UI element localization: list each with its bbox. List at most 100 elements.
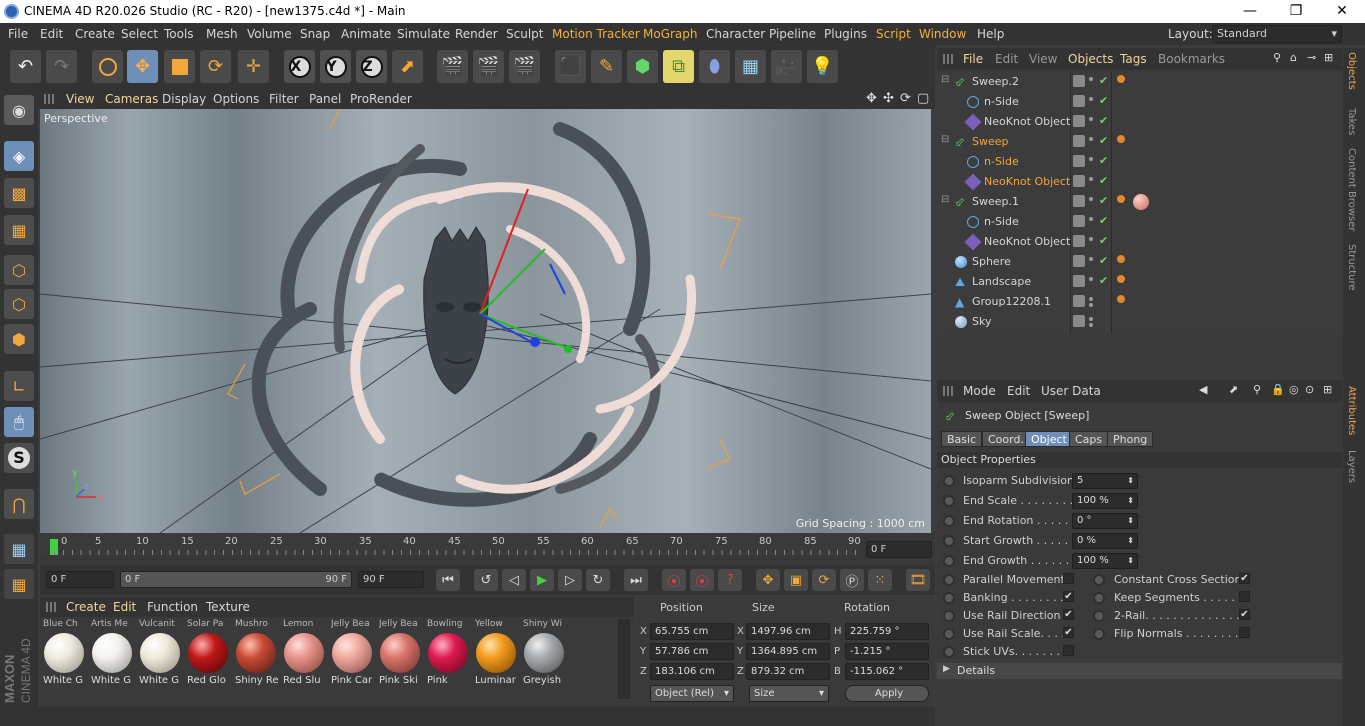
enabled-check[interactable]: ✔ bbox=[1099, 94, 1108, 107]
edges-mode-icon[interactable]: ⬡ bbox=[4, 289, 34, 319]
next-key-icon[interactable]: ↻ bbox=[586, 569, 610, 591]
menu-sculpt[interactable]: Sculpt bbox=[506, 27, 543, 41]
viewport-menu-panel[interactable]: Panel bbox=[309, 92, 341, 106]
visibility-dot[interactable] bbox=[1089, 117, 1093, 121]
record-point-level-icon[interactable]: ⁙ bbox=[868, 569, 892, 591]
isoparm-subdivision-field[interactable]: 5 ⬍ bbox=[1072, 473, 1138, 489]
enabled-check[interactable]: ✔ bbox=[1099, 214, 1108, 227]
viewport-menu-cameras[interactable]: Cameras bbox=[105, 92, 158, 106]
animation-radio-icon[interactable] bbox=[943, 495, 955, 507]
workplane-lock-icon[interactable]: ▦ bbox=[4, 534, 34, 564]
layer-swatch[interactable] bbox=[1073, 315, 1085, 327]
record-position-icon[interactable]: ✥ bbox=[756, 569, 780, 591]
z-axis-lock-icon[interactable]: Z bbox=[356, 50, 387, 83]
redo-icon[interactable]: ↷ bbox=[46, 50, 77, 83]
phong-tag-icon[interactable] bbox=[1117, 75, 1125, 83]
visibility-dot[interactable] bbox=[1089, 177, 1093, 181]
menu-pipeline[interactable]: Pipeline bbox=[769, 27, 816, 41]
menu-mograph[interactable]: MoGraph bbox=[643, 27, 698, 41]
menu-snap[interactable]: Snap bbox=[300, 27, 330, 41]
tweak-mode-icon[interactable]: 🖱 bbox=[4, 407, 34, 437]
viewport-menu-display[interactable]: Display bbox=[162, 92, 206, 106]
camera-icon[interactable]: 🎥 bbox=[771, 50, 802, 83]
enabled-check[interactable]: ✔ bbox=[1099, 154, 1108, 167]
layer-swatch[interactable] bbox=[1073, 115, 1085, 127]
material-swatch[interactable]: Jelly Bea Pink Car bbox=[331, 619, 373, 689]
rotation-p-field[interactable]: -1.215 ° bbox=[845, 643, 929, 660]
objects-menu-objects[interactable]: Objects bbox=[1068, 52, 1113, 66]
visibility-dot[interactable] bbox=[1089, 197, 1093, 201]
new-manager-icon[interactable]: ⊞ bbox=[1323, 383, 1332, 396]
objects-menu-edit[interactable]: Edit bbox=[995, 52, 1018, 66]
rotate-tool-icon[interactable]: ⟳ bbox=[200, 50, 231, 83]
menu-render[interactable]: Render bbox=[455, 27, 498, 41]
start-growth-field[interactable]: 0 % ⬍ bbox=[1072, 533, 1138, 549]
material-menu-edit[interactable]: Edit bbox=[113, 600, 136, 614]
animation-radio-icon[interactable] bbox=[1093, 628, 1105, 640]
3d-viewport[interactable]: y x z Perspective Grid Spacing : 1000 cm bbox=[40, 109, 931, 533]
go-to-start-icon[interactable]: ⏮ bbox=[436, 569, 460, 591]
model-mode-icon[interactable]: ◈ bbox=[4, 141, 34, 171]
animation-radio-icon[interactable] bbox=[943, 475, 955, 487]
collapse-icon[interactable]: ⊟ bbox=[941, 74, 949, 85]
animation-radio-icon[interactable] bbox=[943, 555, 955, 567]
max-frame-field[interactable]: 90 F bbox=[358, 571, 424, 588]
collapse-icon[interactable]: ⊟ bbox=[941, 194, 949, 205]
rotation-h-field[interactable]: 225.759 ° bbox=[845, 623, 929, 640]
menu-create[interactable]: Create bbox=[75, 27, 115, 41]
object-row[interactable]: NeoKnot Object ✔ bbox=[937, 232, 1342, 252]
objects-menu-file[interactable]: File bbox=[963, 52, 983, 66]
material-swatch[interactable]: Mushro Shiny Re bbox=[235, 619, 279, 689]
visibility-dot[interactable] bbox=[1089, 77, 1093, 81]
enabled-check[interactable]: ✔ bbox=[1099, 134, 1108, 147]
floor-icon[interactable]: ▦ bbox=[735, 50, 766, 83]
snap-magnet-icon[interactable]: ⋂ bbox=[4, 489, 34, 519]
layer-swatch[interactable] bbox=[1073, 215, 1085, 227]
attr-tab-object[interactable]: Object bbox=[1025, 431, 1073, 447]
enabled-check[interactable]: ✔ bbox=[1099, 274, 1108, 287]
menu-animate[interactable]: Animate bbox=[341, 27, 391, 41]
animation-radio-icon[interactable] bbox=[943, 535, 955, 547]
viewport-menu-options[interactable]: Options bbox=[213, 92, 259, 106]
material-swatch[interactable]: Solar Pa Red Glo bbox=[187, 619, 229, 689]
render-dot[interactable] bbox=[1089, 323, 1093, 327]
object-row[interactable]: NeoKnot Object ✔ bbox=[937, 112, 1342, 132]
visibility-dot[interactable] bbox=[1089, 217, 1093, 221]
animation-radio-icon[interactable] bbox=[943, 646, 955, 658]
banking-checkbox[interactable]: ✔ bbox=[1063, 591, 1074, 602]
preview-range-slider[interactable]: 0 F 90 F bbox=[120, 571, 352, 588]
stepper-icon[interactable]: ⬍ bbox=[1127, 534, 1134, 548]
history-icon[interactable]: ⊙ bbox=[1305, 383, 1314, 396]
viewport-pan-icon[interactable]: ✥ bbox=[866, 91, 877, 106]
undo-icon[interactable]: ↶ bbox=[10, 50, 41, 83]
back-arrow-icon[interactable]: ◀ bbox=[1199, 383, 1207, 396]
object-row[interactable]: n-Side ✔ bbox=[937, 92, 1342, 112]
lock-icon[interactable]: 🔒 bbox=[1271, 383, 1285, 396]
dock-tab-content-browser[interactable]: Content Browser bbox=[1346, 148, 1357, 231]
scale-tool-icon[interactable] bbox=[164, 50, 195, 83]
material-swatch[interactable]: Vulcanit White G bbox=[139, 619, 181, 689]
visibility-dot[interactable] bbox=[1089, 257, 1093, 261]
array-icon[interactable]: ⧉ bbox=[663, 50, 694, 83]
object-row[interactable]: NeoKnot Object ✔ bbox=[937, 172, 1342, 192]
layer-swatch[interactable] bbox=[1073, 255, 1085, 267]
viewport-move-icon[interactable]: ✣ bbox=[883, 91, 894, 106]
dock-tab-structure[interactable]: Structure bbox=[1346, 244, 1357, 291]
two-rail-checkbox[interactable]: ✔ bbox=[1239, 609, 1250, 620]
material-menu-function[interactable]: Function bbox=[147, 600, 198, 614]
make-editable-icon[interactable]: ◉ bbox=[4, 95, 34, 125]
collapse-icon[interactable]: ⊟ bbox=[941, 134, 949, 145]
viewport-maximize-icon[interactable]: ▢ bbox=[917, 91, 929, 106]
layer-swatch[interactable] bbox=[1073, 235, 1085, 247]
deformer-icon[interactable]: ⬮ bbox=[699, 50, 730, 83]
menu-plugins[interactable]: Plugins bbox=[824, 27, 867, 41]
menu-volume[interactable]: Volume bbox=[247, 27, 292, 41]
current-frame-field[interactable]: 0 F bbox=[866, 541, 932, 558]
render-picture-viewer-icon[interactable]: 🎬 bbox=[473, 50, 504, 83]
material-swatch[interactable]: Blue Ch White G bbox=[43, 619, 85, 689]
animation-radio-icon[interactable] bbox=[1093, 610, 1105, 622]
go-to-end-icon[interactable]: ⏭ bbox=[624, 569, 648, 591]
menu-select[interactable]: Select bbox=[121, 27, 158, 41]
enabled-check[interactable]: ✔ bbox=[1099, 254, 1108, 267]
layer-swatch[interactable] bbox=[1073, 135, 1085, 147]
